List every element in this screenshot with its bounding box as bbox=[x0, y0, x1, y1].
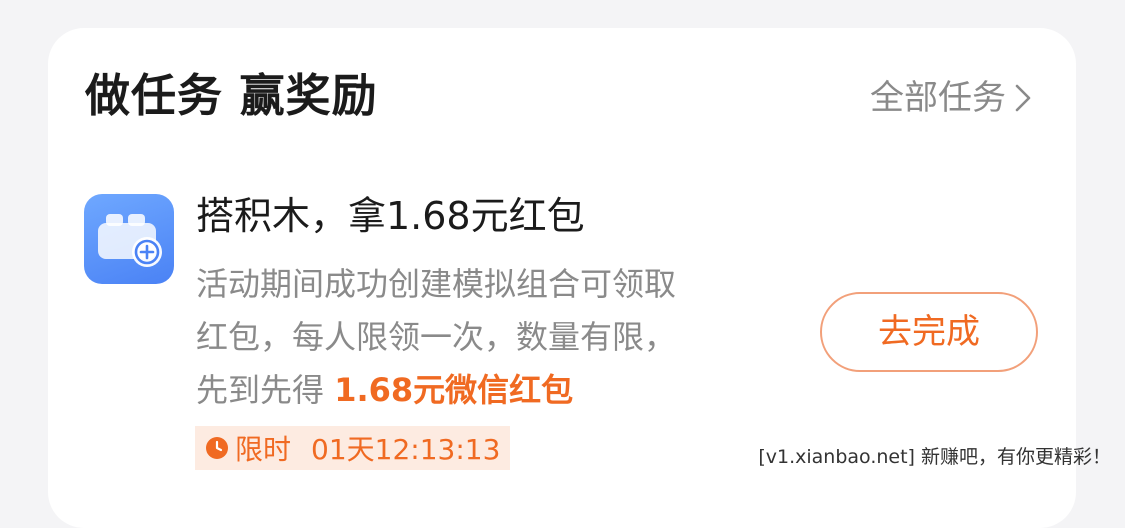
watermark-text: [v1.xianbao.net] 新赚吧，有你更精彩！ bbox=[758, 446, 1111, 468]
countdown-badge: 限时 01天12:13:13 bbox=[195, 426, 511, 470]
all-tasks-link[interactable]: 全部任务 bbox=[870, 76, 1032, 120]
countdown-label: 限时 bbox=[235, 433, 292, 466]
section-title: 做任务 赢奖励 bbox=[85, 69, 378, 122]
building-block-add-icon bbox=[84, 194, 174, 284]
task-description-line: 活动期间成功创建模拟组合可领取 bbox=[196, 265, 677, 303]
task-description: 活动期间成功创建模拟组合可领取 红包，每人限领一次，数量有限， 先到先得 1.6… bbox=[196, 258, 756, 417]
complete-task-button[interactable]: 去完成 bbox=[820, 292, 1038, 372]
reward-amount: 1.68元微信红包 bbox=[334, 371, 574, 409]
task-description-prefix: 先到先得 bbox=[196, 371, 325, 409]
task-description-line: 红包，每人限领一次，数量有限， bbox=[196, 318, 677, 356]
all-tasks-label: 全部任务 bbox=[870, 78, 1006, 118]
countdown-value: 01天12:13:13 bbox=[311, 433, 501, 466]
task-description-line: 先到先得 1.68元微信红包 bbox=[196, 364, 756, 417]
chevron-right-icon bbox=[1015, 84, 1031, 112]
task-title: 搭积木，拿1.68元红包 bbox=[196, 194, 585, 238]
clock-icon bbox=[206, 437, 228, 459]
